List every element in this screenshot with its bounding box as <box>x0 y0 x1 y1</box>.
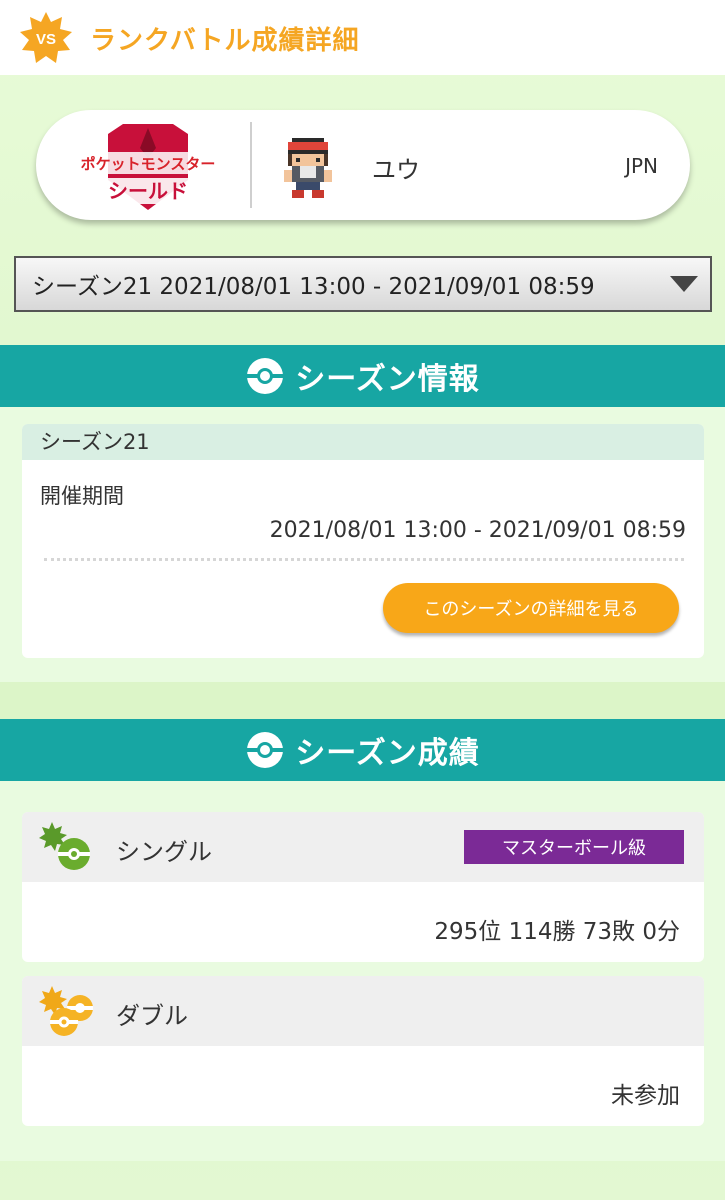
dotted-divider <box>44 558 684 561</box>
trainer-name: ユウ <box>372 156 420 184</box>
vs-badge-text: VS <box>36 31 56 48</box>
page-title: ランクバトル成績詳細 <box>90 26 360 56</box>
season-info-card: シーズン21 開催期間 2021/08/01 13:00 - 2021/09/0… <box>22 424 704 658</box>
season-info-banner: シーズン情報 <box>0 345 725 407</box>
double-battle-card: ダブル 未参加 <box>22 976 704 1126</box>
single-battle-icon <box>39 822 90 870</box>
logo-line1: ポケットモンスター <box>81 155 216 173</box>
single-battle-card: シングル マスターボール級 295位 114勝 73敗 0分 <box>22 812 704 962</box>
triangle-down-icon <box>670 276 698 292</box>
card-divider <box>250 122 252 208</box>
pokemon-shield-logo: ポケットモンスター シールド <box>72 124 224 210</box>
page-header: VS ランクバトル成績詳細 <box>0 0 725 75</box>
rank-class-badge: マスターボール級 <box>464 830 684 864</box>
single-battle-record: 295位 114勝 73敗 0分 <box>434 919 680 945</box>
trainer-region: JPN <box>625 154 658 178</box>
season-info-title: シーズン情報 <box>295 362 480 397</box>
logo-line2: シールド <box>108 181 188 203</box>
double-battle-name: ダブル <box>116 1002 188 1030</box>
season-select-value: シーズン21 2021/08/01 13:00 - 2021/09/01 08:… <box>32 274 595 300</box>
double-battle-icon <box>39 986 93 1036</box>
season-results-title: シーズン成績 <box>295 736 480 771</box>
double-battle-record: 未参加 <box>611 1083 680 1109</box>
single-battle-header: シングル マスターボール級 <box>22 812 704 882</box>
poke-ball-icon <box>247 732 284 768</box>
season-select[interactable]: シーズン21 2021/08/01 13:00 - 2021/09/01 08:… <box>14 256 712 312</box>
vs-badge-icon: VS <box>20 12 72 63</box>
season-name: シーズン21 <box>22 424 704 460</box>
dropdown-arrow[interactable] <box>658 258 710 310</box>
trainer-card: ポケットモンスター シールド ユウ JPN <box>36 110 690 220</box>
season-detail-button[interactable]: このシーズンの詳細を見る <box>383 583 679 633</box>
poke-ball-icon <box>247 358 284 394</box>
period-label: 開催期間 <box>40 484 124 508</box>
period-value: 2021/08/01 13:00 - 2021/09/01 08:59 <box>269 518 686 543</box>
single-battle-name: シングル <box>116 838 212 866</box>
season-results-banner: シーズン成績 <box>0 719 725 781</box>
double-battle-header: ダブル <box>22 976 704 1046</box>
trainer-avatar <box>284 138 332 198</box>
